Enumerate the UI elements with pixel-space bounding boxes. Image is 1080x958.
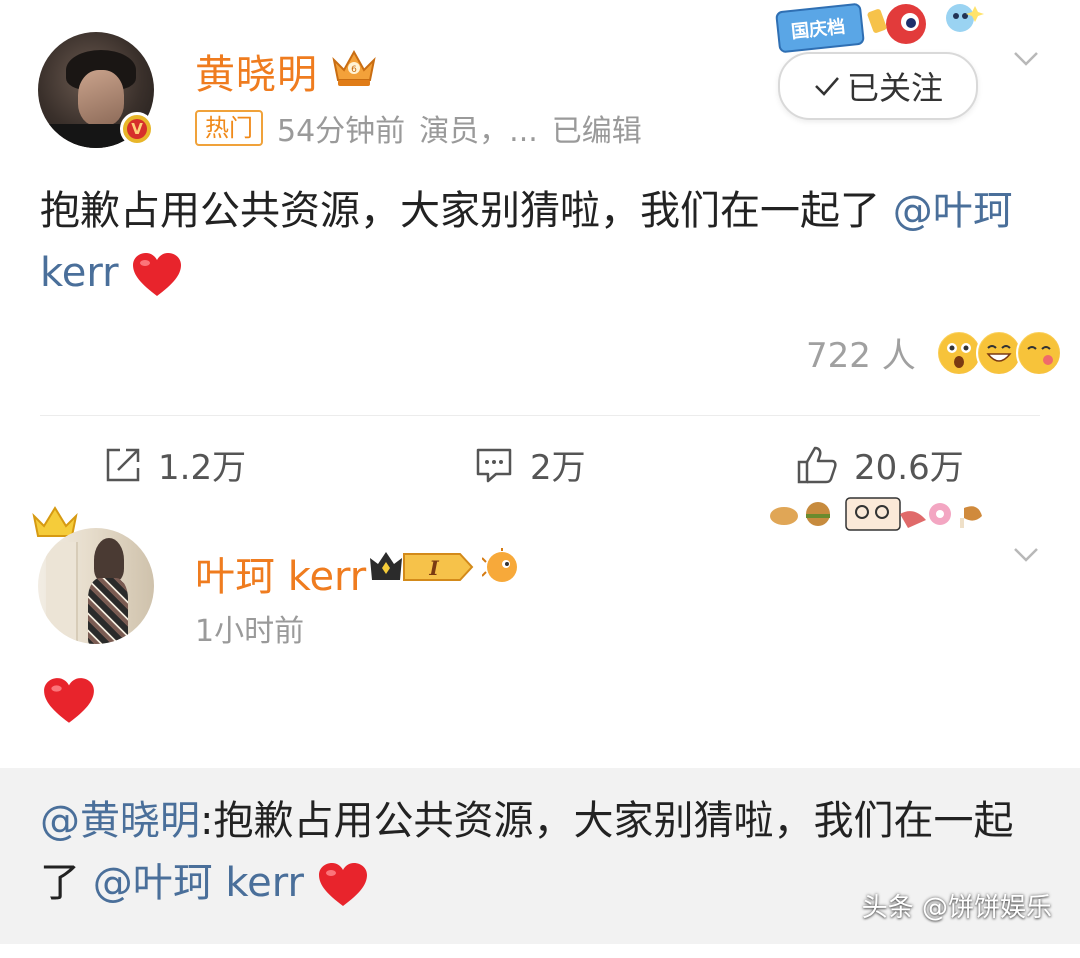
comment-time: 1小时前 — [195, 614, 305, 649]
follow-label: 已关注 — [846, 69, 943, 107]
reactions-count: 722 人 — [806, 336, 916, 376]
svg-text:6: 6 — [351, 65, 357, 75]
post-text: 抱歉占用公共资源，大家别猜啦，我们在一起了 — [40, 188, 880, 234]
vip-crown-icon: 6 — [332, 49, 376, 86]
kiss-emoji-icon — [1015, 329, 1062, 376]
author-name[interactable]: 黄晓明 — [195, 42, 318, 100]
edited-label[interactable]: 已编辑 — [552, 106, 642, 150]
level-badge-icon: I — [370, 552, 474, 581]
repost-author-mention[interactable]: @黄晓明 — [40, 798, 200, 844]
repost-mention[interactable]: @叶珂 kerr — [93, 860, 304, 906]
laughing-emoji-icon — [975, 329, 1022, 376]
commenter-avatar[interactable] — [38, 528, 154, 644]
follow-button[interactable]: 已关注 — [778, 52, 978, 120]
reactions-summary[interactable]: 722 人 — [806, 328, 1062, 377]
pufferfish-badge-icon — [482, 548, 517, 582]
verified-badge-icon: V — [120, 112, 154, 146]
thumbs-up-icon — [797, 446, 837, 483]
red-heart-icon — [133, 253, 182, 296]
chevron-down-icon[interactable] — [1012, 44, 1040, 72]
red-heart-icon — [318, 863, 367, 906]
repost-box[interactable]: @黄晓明:抱歉占用公共资源，大家别猜啦，我们在一起了 @叶珂 kerr 头条 @… — [0, 768, 1080, 944]
action-bar: 1.2万 2万 20.6万 — [0, 440, 1080, 490]
share-count: 1.2万 — [158, 448, 247, 488]
comment-count: 2万 — [530, 448, 586, 488]
divider — [40, 415, 1040, 416]
like-button[interactable]: 20.6万 — [796, 440, 964, 489]
post-category: 演员，... — [419, 114, 538, 149]
commenter-name[interactable]: 叶珂 kerr — [195, 544, 366, 602]
comment-icon — [476, 448, 512, 482]
shocked-emoji-icon — [935, 329, 982, 376]
checkmark-icon — [815, 77, 839, 96]
chevron-down-icon[interactable] — [1012, 540, 1040, 568]
post-content: 抱歉占用公共资源，大家别猜啦，我们在一起了 @叶珂 kerr — [40, 180, 1050, 304]
weibo-post-page: V 黄晓明 6 热门 54分钟前 演员，... 已编辑 国庆档 已关注 抱歉占用… — [0, 0, 1080, 958]
post-meta: 热门 54分钟前 演员，... 已编辑 — [195, 106, 642, 150]
share-icon — [106, 448, 140, 481]
comment-button[interactable]: 2万 — [474, 440, 586, 489]
watermark: 头条 @饼饼娱乐 — [861, 893, 1052, 923]
svg-text:I: I — [428, 556, 439, 580]
post-time: 54分钟前 — [277, 114, 406, 149]
like-count: 20.6万 — [854, 448, 964, 488]
red-heart-icon — [44, 678, 94, 723]
share-button[interactable]: 1.2万 — [104, 440, 246, 489]
hot-badge: 热门 — [195, 110, 263, 146]
food-emoji-decoration — [770, 497, 982, 531]
